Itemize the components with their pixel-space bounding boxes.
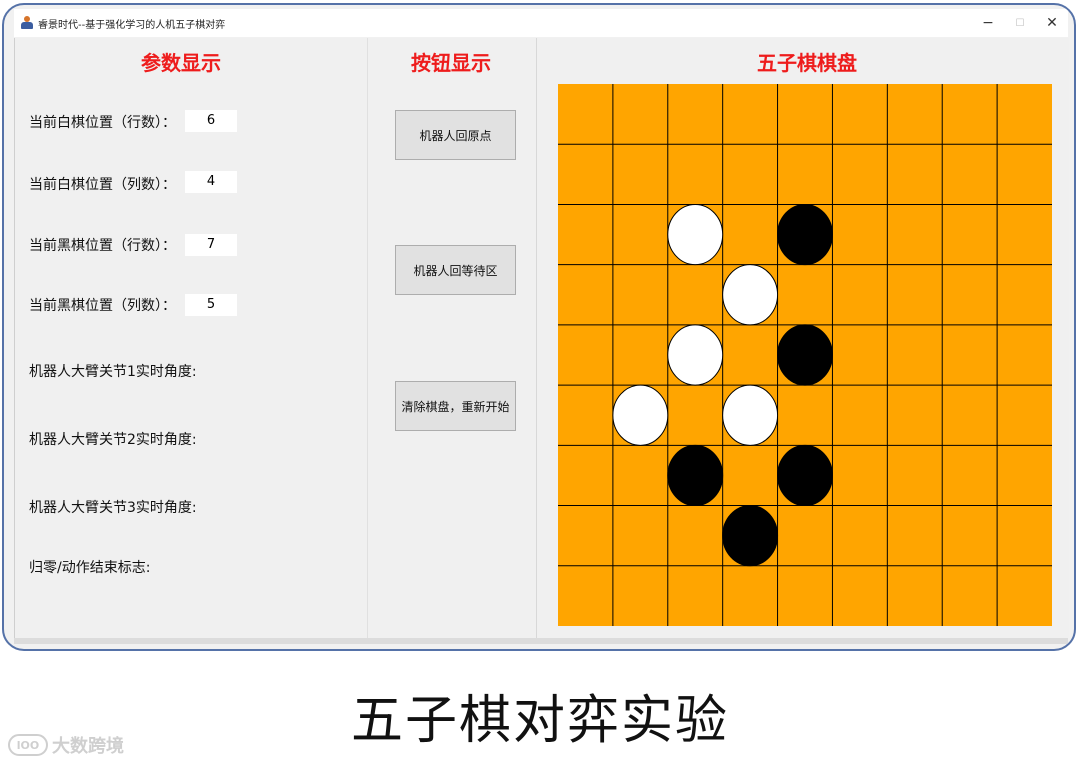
button-panel-title: 按钮显示 [411, 51, 491, 75]
joint3-angle-label: 机器人大臂关节3实时角度: [29, 500, 197, 516]
gomoku-board[interactable] [558, 84, 1052, 626]
black-row-label: 当前黑棋位置（行数）： [29, 238, 176, 254]
close-button[interactable]: ✕ [1036, 9, 1068, 37]
caption: 五子棋对弈实验 [350, 691, 729, 751]
white-stone [612, 384, 669, 446]
window-title: 睿景时代--基于强化学习的人机五子棋对弈 [38, 19, 226, 31]
black-stone [777, 203, 833, 266]
parameter-panel-title: 参数显示 [141, 51, 221, 75]
white-col-value: 4 [185, 171, 237, 193]
black-stone [777, 444, 833, 507]
robot-home-button[interactable]: 机器人回原点 [395, 110, 516, 160]
black-stone [667, 444, 724, 507]
window-bottom-edge [14, 638, 1068, 644]
gomoku-board-canvas[interactable] [558, 84, 1052, 626]
parameter-panel: 参数显示 当前白棋位置（行数）： 6 当前白棋位置（列数）： 4 当前黑棋位置（… [15, 38, 368, 638]
white-stone [722, 384, 779, 446]
board-panel-title: 五子棋棋盘 [757, 51, 857, 75]
black-stone [722, 505, 779, 567]
watermark-logo: lOO [8, 734, 48, 756]
white-col-label: 当前白棋位置（列数）： [29, 177, 176, 193]
black-col-value: 5 [185, 294, 237, 316]
watermark: lOO 大数跨境 [8, 732, 124, 758]
joint2-angle-label: 机器人大臂关节2实时角度: [29, 432, 197, 448]
white-row-label: 当前白棋位置（行数）： [29, 115, 176, 131]
board-panel: 五子棋棋盘 [537, 38, 1069, 638]
watermark-text: 大数跨境 [52, 736, 124, 757]
minimize-button[interactable]: − [972, 9, 1004, 37]
app-window-frame: 睿景时代--基于强化学习的人机五子棋对弈 − ☐ ✕ 参数显示 当前白棋位置（行… [2, 3, 1076, 651]
reset-done-flag-label: 归零/动作结束标志: [29, 560, 151, 576]
black-row-value: 7 [185, 234, 237, 256]
person-figure-icon [20, 16, 34, 30]
white-stone [667, 203, 724, 266]
robot-wait-area-button[interactable]: 机器人回等待区 [395, 245, 516, 295]
black-stone [777, 324, 833, 386]
clear-board-restart-button[interactable]: 清除棋盘，重新开始 [395, 381, 516, 431]
window-controls: − ☐ ✕ [972, 9, 1068, 37]
black-col-label: 当前黑棋位置（列数）： [29, 298, 176, 314]
title-bar: 睿景时代--基于强化学习的人机五子棋对弈 − ☐ ✕ [14, 9, 1068, 37]
white-stone [722, 264, 779, 326]
maximize-button[interactable]: ☐ [1004, 9, 1036, 37]
button-panel: 按钮显示 机器人回原点 机器人回等待区 清除棋盘，重新开始 [368, 38, 537, 638]
white-stone [667, 324, 724, 386]
white-row-value: 6 [185, 110, 237, 132]
joint1-angle-label: 机器人大臂关节1实时角度: [29, 364, 197, 380]
client-area: 参数显示 当前白棋位置（行数）： 6 当前白棋位置（列数）： 4 当前黑棋位置（… [14, 38, 1069, 638]
